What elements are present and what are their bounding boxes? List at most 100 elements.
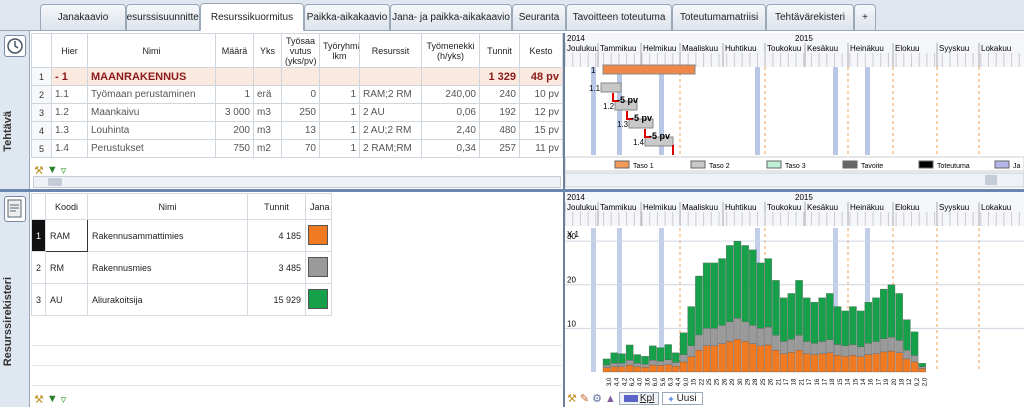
table-row[interactable]: 1 RAM Rakennusammattimies 4 185 xyxy=(31,219,332,252)
color-swatch[interactable] xyxy=(308,256,328,277)
col-resurssit[interactable]: Resurssit xyxy=(359,33,422,68)
col-tyosaavutus[interactable]: Työsaa vutus (yks/pv) xyxy=(281,33,320,68)
cell-kesto[interactable]: 11 pv xyxy=(519,139,563,158)
cell-yks[interactable] xyxy=(253,67,282,86)
col-tunnit[interactable]: Tunnit xyxy=(247,193,306,220)
cell-tyomenekki[interactable]: 0,06 xyxy=(421,103,480,122)
cell-tyosaavutus[interactable] xyxy=(281,67,320,86)
clock-icon[interactable] xyxy=(4,35,26,57)
cell-nimi[interactable]: Rakennusammattimies xyxy=(87,219,248,252)
cell-tyosaavutus[interactable]: 13 xyxy=(281,121,320,140)
col-koodi[interactable]: Koodi xyxy=(45,193,88,220)
cell-resurssit[interactable]: 2 AU;2 RM xyxy=(359,121,422,140)
cell-maara[interactable]: 3 000 xyxy=(215,103,254,122)
cell-tunnit[interactable]: 3 485 xyxy=(247,251,306,284)
cell-tyomenekki[interactable]: 0,34 xyxy=(421,139,480,158)
cell-tunnit[interactable]: 257 xyxy=(479,139,520,158)
cell-yks[interactable]: m2 xyxy=(253,139,282,158)
task-horizontal-scrollbar[interactable] xyxy=(33,176,561,188)
cell-ryhma[interactable]: 1 xyxy=(319,85,360,104)
cell-hier[interactable]: 1.3 xyxy=(51,121,88,140)
col-hier[interactable]: Hier xyxy=(51,33,88,68)
uusi-tab[interactable]: + Uusi xyxy=(662,392,703,405)
cell-resurssit[interactable] xyxy=(359,67,422,86)
cell-nimi[interactable]: Louhinta xyxy=(87,121,216,140)
col-nimi[interactable]: Nimi xyxy=(87,193,248,220)
cell-nimi[interactable]: Aliurakoitsija xyxy=(87,283,248,316)
cell-nimi[interactable]: MAANRAKENNUS xyxy=(87,67,216,86)
cell-tyomenekki[interactable]: 2,40 xyxy=(421,121,480,140)
tab-seuranta[interactable]: Seuranta xyxy=(512,4,566,30)
tab-resurssisuunnittelu[interactable]: Resurssisuunnittelu xyxy=(126,4,200,30)
cell-nimi[interactable]: Perustukset xyxy=(87,139,216,158)
cell-hier[interactable]: 1.1 xyxy=(51,85,88,104)
cell-ryhma[interactable]: 1 xyxy=(319,139,360,158)
col-yks[interactable]: Yks xyxy=(253,33,282,68)
table-row[interactable]: 3 AU Aliurakoitsija 15 929 xyxy=(31,283,332,316)
cell-hier[interactable]: - 1 xyxy=(51,67,88,86)
cell-hier[interactable]: 1.4 xyxy=(51,139,88,158)
wrench-icon[interactable]: ⚒ xyxy=(34,393,44,406)
table-row[interactable]: 3 1.2 Maankaivu 3 000 m3 250 1 2 AU 0,06… xyxy=(31,103,563,122)
tab-janakaavio[interactable]: Janakaavio xyxy=(40,4,126,30)
col-tyoryhma[interactable]: Työryhmä lkm xyxy=(319,33,360,68)
col-nimi[interactable]: Nimi xyxy=(87,33,216,68)
color-swatch[interactable] xyxy=(308,224,328,245)
cell-tyomenekki[interactable]: 240,00 xyxy=(421,85,480,104)
col-tyomenekki[interactable]: Työmenekki (h/yks) xyxy=(421,33,480,68)
cell-tyomenekki[interactable] xyxy=(421,67,480,86)
cell-tunnit[interactable]: 192 xyxy=(479,103,520,122)
tab-add[interactable]: + xyxy=(854,4,876,30)
tab-resurssikuormitus[interactable]: Resurssikuormitus xyxy=(200,3,304,31)
cell-nimi[interactable]: Työmaan perustaminen xyxy=(87,85,216,104)
cell-kesto[interactable]: 12 pv xyxy=(519,103,563,122)
cell-koodi[interactable]: RAM xyxy=(45,219,88,252)
cell-maara[interactable]: 200 xyxy=(215,121,254,140)
cell-yks[interactable]: m3 xyxy=(253,121,282,140)
cell-maara[interactable]: 1 xyxy=(215,85,254,104)
table-row[interactable]: 1 - 1 MAANRAKENNUS 1 329 48 pv xyxy=(31,67,563,86)
cell-resurssit[interactable]: 2 RAM;RM xyxy=(359,139,422,158)
tab-toteutumamatriisi[interactable]: Toteutumamatriisi xyxy=(672,4,766,30)
gantt-chart[interactable]: 2014 2015 Joulukuu Tammikuu Helmikuu Maalisku… xyxy=(564,33,1024,189)
scroll-thumb[interactable] xyxy=(48,178,62,186)
edit-icon[interactable]: ✎ xyxy=(580,392,589,405)
cell-resurssit[interactable]: 2 AU xyxy=(359,103,422,122)
cell-maara[interactable]: 750 xyxy=(215,139,254,158)
register-icon[interactable] xyxy=(4,196,26,222)
wrench-icon[interactable]: ⚒ xyxy=(567,392,577,405)
color-swatch[interactable] xyxy=(308,288,328,309)
table-row[interactable]: 4 1.3 Louhinta 200 m3 13 1 2 AU;2 RM 2,4… xyxy=(31,121,563,140)
kpl-tab[interactable]: Kpl xyxy=(618,392,660,405)
cell-tunnit[interactable]: 1 329 xyxy=(479,67,520,86)
cell-koodi[interactable]: RM xyxy=(45,251,88,284)
col-tunnit[interactable]: Tunnit xyxy=(479,33,520,68)
filter-icon[interactable]: ▼ xyxy=(47,393,58,406)
cell-yks[interactable]: m3 xyxy=(253,103,282,122)
tab-jana-ja-paikka-aikakaavio[interactable]: Jana- ja paikka-aikakaavio xyxy=(390,4,512,30)
cell-nimi[interactable]: Rakennusmies xyxy=(87,251,248,284)
cell-kesto[interactable]: 15 pv xyxy=(519,121,563,140)
cell-ryhma[interactable]: 1 xyxy=(319,121,360,140)
cell-tyosaavutus[interactable]: 70 xyxy=(281,139,320,158)
cell-tyosaavutus[interactable]: 0 xyxy=(281,85,320,104)
cell-hier[interactable]: 1.2 xyxy=(51,103,88,122)
cell-ryhma[interactable]: 1 xyxy=(319,103,360,122)
cell-koodi[interactable]: AU xyxy=(45,283,88,316)
cell-yks[interactable]: erä xyxy=(253,85,282,104)
chart-icon[interactable]: ▲ xyxy=(605,393,616,405)
table-row[interactable]: 2 1.1 Työmaan perustaminen 1 erä 0 1 RAM… xyxy=(31,85,563,104)
filter-active-icon[interactable]: ▿ xyxy=(61,393,67,406)
cell-tunnit[interactable]: 4 185 xyxy=(247,219,306,252)
cell-resurssit[interactable]: RAM;2 RM xyxy=(359,85,422,104)
tool-icon[interactable]: ⚙ xyxy=(592,392,602,405)
cell-tunnit[interactable]: 240 xyxy=(479,85,520,104)
cell-kesto[interactable]: 10 pv xyxy=(519,85,563,104)
table-row[interactable]: 5 1.4 Perustukset 750 m2 70 1 2 RAM;RM 0… xyxy=(31,139,563,158)
col-jana[interactable]: Jana xyxy=(305,193,332,220)
cell-nimi[interactable]: Maankaivu xyxy=(87,103,216,122)
cell-tunnit[interactable]: 480 xyxy=(479,121,520,140)
cell-kesto[interactable]: 48 pv xyxy=(519,67,563,86)
cell-tunnit[interactable]: 15 929 xyxy=(247,283,306,316)
tab-tavoitteen-toteutuma[interactable]: Tavoitteen toteutuma xyxy=(566,4,672,30)
